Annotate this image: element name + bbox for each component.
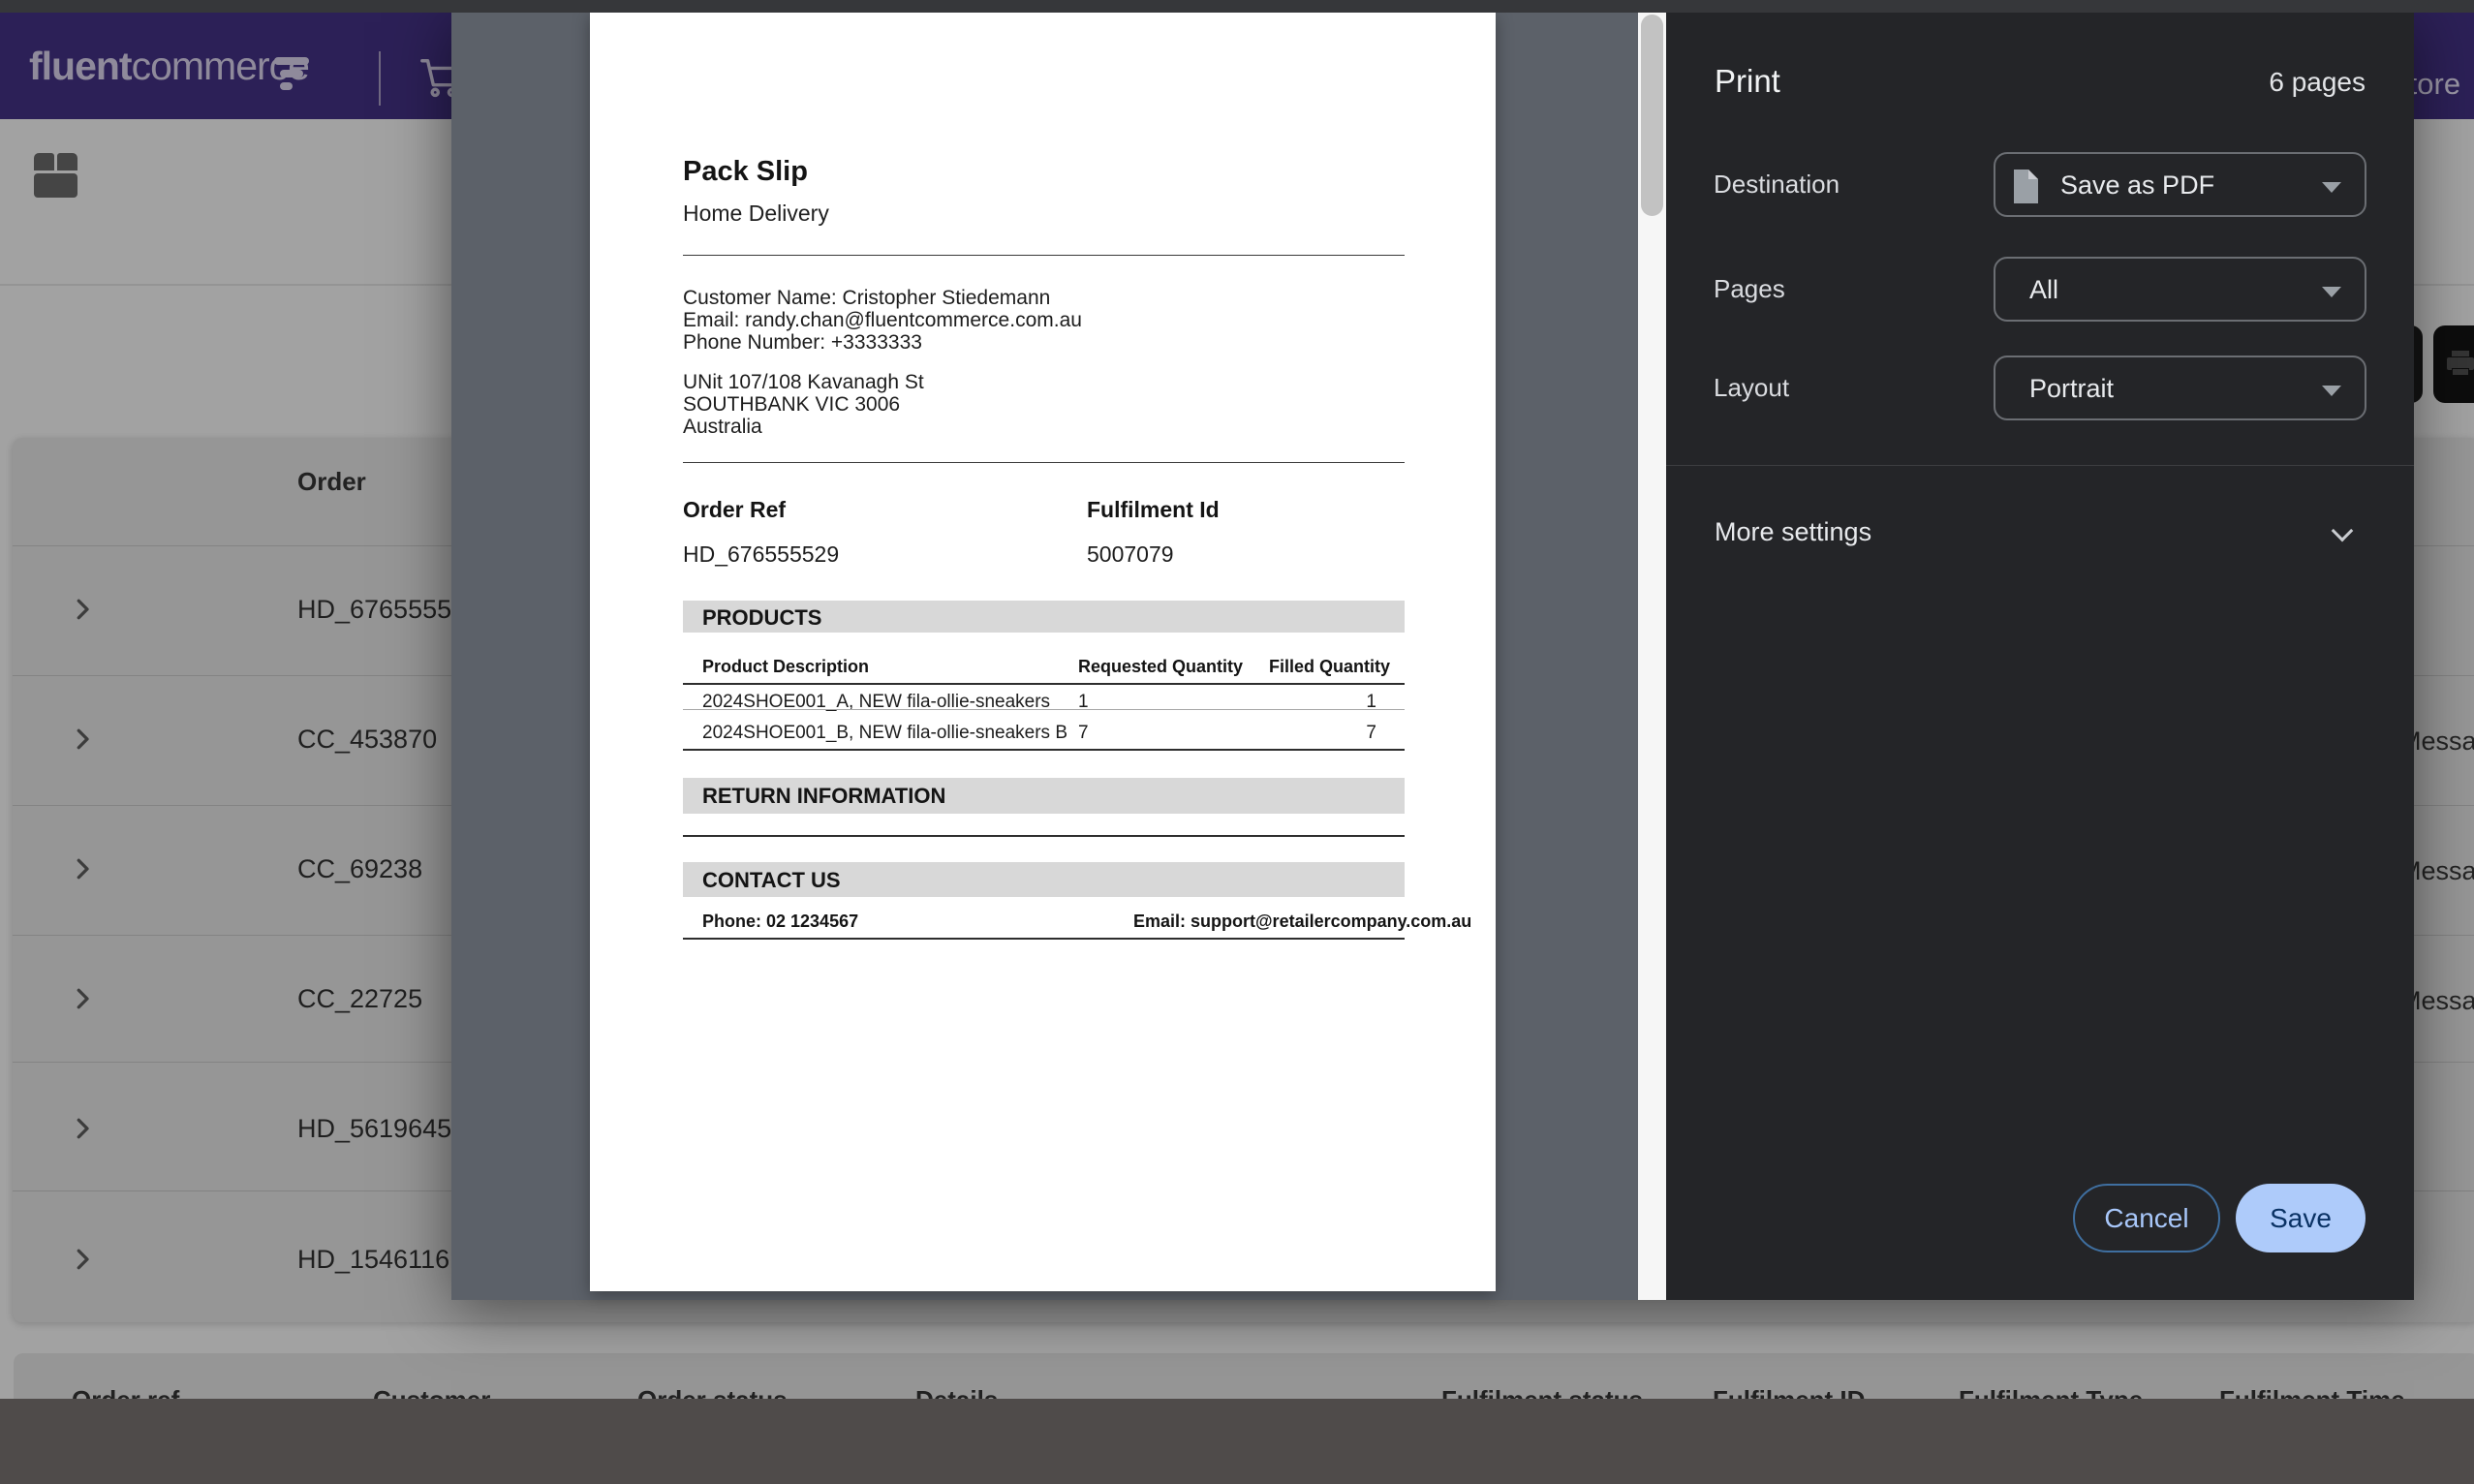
print-preview-pane: Pack Slip Home Delivery Customer Name: C… <box>451 13 1638 1300</box>
print-toolbar-button[interactable] <box>2433 325 2474 403</box>
order-id-cell[interactable]: CC_69238 <box>297 854 422 884</box>
filled-qty-cell: 7 <box>1366 723 1376 744</box>
fluent-brand-mark-icon <box>274 57 313 90</box>
filled-qty-col-header: Filled Quantity <box>1269 657 1390 677</box>
fluentcommerce-logo: fluentcommerce <box>29 44 309 89</box>
contact-email: Email: support@retailercompany.com.au <box>1133 912 1471 932</box>
contact-section-bar: CONTACT US <box>683 862 1405 897</box>
expand-row-chevron-icon[interactable] <box>68 595 97 624</box>
doc-row-divider <box>683 709 1405 710</box>
pages-dropdown[interactable]: All <box>1994 257 2366 322</box>
print-dialog: Pack Slip Home Delivery Customer Name: C… <box>451 13 2414 1300</box>
header-divider <box>379 51 381 106</box>
destination-dropdown[interactable]: Save as PDF <box>1994 152 2366 217</box>
expand-row-chevron-icon[interactable] <box>68 1245 97 1274</box>
print-dialog-title: Print <box>1715 63 1780 100</box>
chevron-down-icon <box>2332 520 2354 542</box>
window-top-strip <box>0 0 2474 13</box>
more-settings-expander[interactable]: More settings <box>1666 502 2414 566</box>
product-col-header: Product Description <box>702 657 869 677</box>
expand-row-chevron-icon[interactable] <box>68 984 97 1013</box>
return-section-title: RETURN INFORMATION <box>702 784 945 809</box>
products-section-bar: PRODUCTS <box>683 601 1405 633</box>
package-icon[interactable] <box>33 153 79 198</box>
layout-value: Portrait <box>2029 374 2114 404</box>
layout-dropdown[interactable]: Portrait <box>1994 356 2366 420</box>
expand-row-chevron-icon[interactable] <box>68 1114 97 1143</box>
order-id-cell[interactable]: HD_1546116 <box>297 1245 449 1275</box>
fulfilment-id-value: 5007079 <box>1087 541 1174 568</box>
caret-down-icon <box>2322 182 2341 193</box>
product-cell: 2024SHOE001_B, NEW fila-ollie-sneakers B <box>702 723 1067 744</box>
panel-divider <box>1666 465 2414 466</box>
expand-row-chevron-icon[interactable] <box>68 854 97 883</box>
pack-slip-page: Pack Slip Home Delivery Customer Name: C… <box>590 13 1496 1291</box>
preview-scrollbar-thumb[interactable] <box>1641 15 1663 216</box>
layout-label: Layout <box>1714 373 1789 403</box>
doc-rule <box>683 749 1405 751</box>
destination-value: Save as PDF <box>2060 170 2214 201</box>
order-id-cell[interactable]: CC_453870 <box>297 725 437 755</box>
contact-section-title: CONTACT US <box>702 868 841 893</box>
doc-title: Pack Slip <box>683 156 808 188</box>
expand-row-chevron-icon[interactable] <box>68 725 97 754</box>
order-id-cell[interactable]: HD_5619645 <box>297 1114 451 1144</box>
destination-label: Destination <box>1714 170 1840 200</box>
product-cell: 2024SHOE001_A, NEW fila-ollie-sneakers <box>702 684 1050 710</box>
order-id-cell[interactable]: CC_22725 <box>297 984 422 1014</box>
logo-fluent: fluent <box>29 44 132 88</box>
more-settings-label: More settings <box>1715 517 1871 547</box>
doc-rule <box>683 462 1405 463</box>
caret-down-icon <box>2322 287 2341 297</box>
cancel-button[interactable]: Cancel <box>2073 1184 2220 1252</box>
requested-qty-col-header: Requested Quantity <box>1078 657 1243 677</box>
order-ref-value: HD_676555529 <box>683 541 839 568</box>
pages-value: All <box>2029 275 2058 305</box>
customer-info: Customer Name: Cristopher Stiedemann Ema… <box>683 287 1082 354</box>
shipping-address: UNit 107/108 Kavanagh St SOUTHBANK VIC 3… <box>683 371 924 438</box>
preview-scrollbar[interactable] <box>1638 13 1666 1300</box>
pdf-file-icon <box>2012 170 2038 203</box>
pages-label: Pages <box>1714 274 1785 304</box>
fulfilment-id-label: Fulfilment Id <box>1087 497 1220 523</box>
caret-down-icon <box>2322 386 2341 396</box>
pages-count-label: 6 pages <box>2269 67 2366 98</box>
products-section-title: PRODUCTS <box>702 605 821 631</box>
contact-phone: Phone: 02 1234567 <box>702 912 858 932</box>
order-ref-label: Order Ref <box>683 497 786 523</box>
doc-rule <box>683 835 1405 837</box>
save-button[interactable]: Save <box>2236 1184 2366 1252</box>
doc-rule <box>683 255 1405 256</box>
order-id-cell[interactable]: HD_6765555 <box>297 595 451 625</box>
print-settings-panel: Print 6 pages Destination Save as PDF Pa… <box>1666 13 2414 1300</box>
bottom-bar <box>0 1399 2474 1484</box>
doc-rule <box>683 938 1405 940</box>
doc-subtitle: Home Delivery <box>683 201 829 227</box>
printer-icon <box>2447 351 2474 376</box>
return-section-bar: RETURN INFORMATION <box>683 778 1405 814</box>
requested-qty-cell: 7 <box>1078 723 1089 744</box>
orders-column-header: Order <box>297 467 366 497</box>
